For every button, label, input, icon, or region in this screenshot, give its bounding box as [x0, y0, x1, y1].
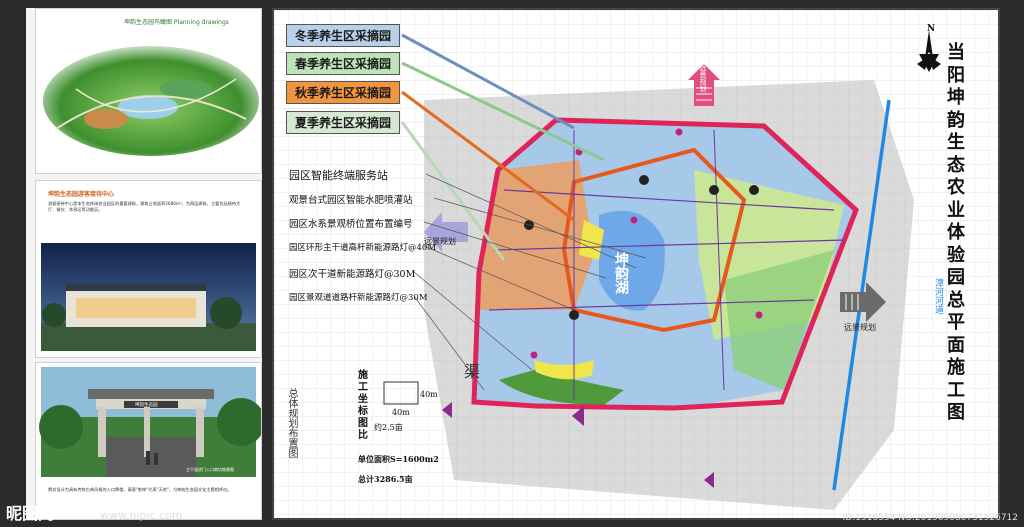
scale-side-40: 40m	[420, 390, 438, 399]
site-plan-sheet: 冬季养生区采摘园 春季养生区采摘园 秋季养生区采摘园 夏季养生区采摘园 园区智能…	[272, 8, 1000, 520]
note-secondary-road-lights: 园区次干道新能源路灯@30M	[289, 269, 416, 280]
far-plan-east: 远景规划	[844, 323, 876, 332]
visitor-center-render	[41, 243, 256, 351]
ditch-label: 渠	[464, 362, 481, 381]
watermark-url: www.nipic.com	[100, 509, 183, 522]
unit-area: 单位面积S=1600m2	[358, 454, 439, 464]
river-label: 漳河河道	[933, 278, 943, 314]
aerial-view-image	[43, 46, 259, 156]
gate-sign: 坤韵生态园	[135, 403, 158, 408]
gate-card: 坤韵生态园 主干道进门入口南坊效果图 牌坊设计为具有传统古典风格的入口牌楼，寓意…	[35, 362, 262, 520]
gate-text: 牌坊设计为具有传统古典风格的入口牌楼，寓意"乾坤"代表"天地"，与坤韵生态园文化…	[48, 487, 232, 492]
note-bridge-numbering: 园区水系景观桥位置布置编号	[289, 219, 413, 230]
gate-render	[39, 367, 261, 477]
legend-winter-zone: 冬季养生区采摘园	[286, 24, 401, 47]
scale-vertical-label: 施工坐标图比	[358, 370, 368, 441]
gate-caption: 主干道进门入口南坊效果图	[186, 467, 234, 472]
watermark-id: ID:1916554 NO:20190908073192671​2	[842, 513, 1018, 523]
legend-summer-zone: 夏季养生区采摘园	[286, 111, 401, 134]
far-plan-west: 远景规划	[424, 237, 456, 246]
note-irrigation-station: 观景台式园区智能水肥喷灌站	[289, 195, 413, 206]
drawing-title: 当阳坤韵生态农业体验园总平面施工图	[947, 42, 965, 423]
visitor-center-text: 游客接待中心是本生态休闲农业园区的重要建筑，建筑占地面积2680m²，为两层建筑…	[48, 201, 241, 212]
note-main-road-lights: 园区环形主干道高杆新能源路灯@40M	[289, 243, 437, 253]
note-terminal-station: 园区智能终端服务站	[289, 169, 388, 182]
layout-caption: 总体规划布置图	[286, 388, 297, 458]
watermark-site: 昵图网	[6, 504, 55, 523]
legend-spring-zone: 春季养生区采摘园	[286, 52, 401, 75]
north-label: N	[927, 24, 936, 34]
aerial-view-card: 坤韵生态园鸟瞰图 Planning drawings	[35, 8, 262, 174]
legend-autumn-zone: 秋季养生区采摘园	[286, 81, 401, 104]
left-panel: 坤韵生态园鸟瞰图 Planning drawings 坤韵生态园游客接待中心 游…	[26, 8, 262, 520]
lake-label: 坤韵湖	[613, 252, 629, 294]
visitor-center-title: 坤韵生态园游客接待中心	[48, 191, 115, 198]
note-scenic-road-lights: 园区景观道道路杆新能源路灯@30M	[289, 293, 428, 303]
far-plan-north: 远景规划	[699, 64, 707, 92]
visitor-center-card: 坤韵生态园游客接待中心 游客接待中心是本生态休闲农业园区的重要建筑，建筑占地面积…	[35, 180, 262, 358]
total-area: 总计3286.5亩	[358, 474, 413, 484]
scale-bottom-40: 40m	[392, 408, 410, 417]
scale-approx: 约2.5亩	[374, 423, 403, 432]
